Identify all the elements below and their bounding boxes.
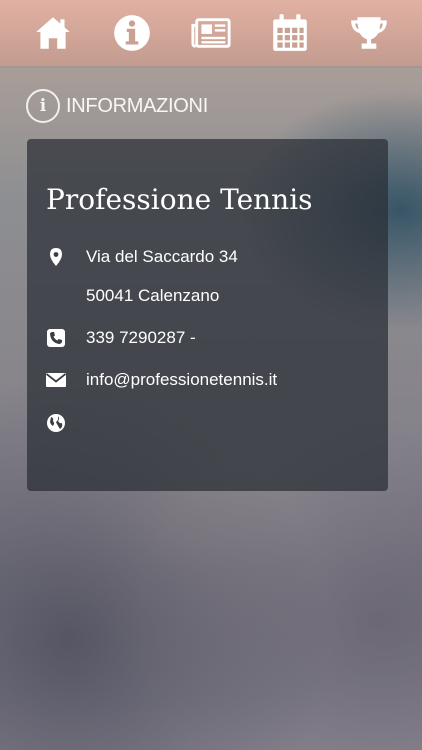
nav-calendar-button[interactable] [264, 7, 316, 59]
club-name: Professione Tennis [46, 183, 313, 216]
phone-row[interactable]: 339 7290287 - [45, 327, 196, 349]
website-row[interactable] [45, 412, 67, 434]
calendar-icon [272, 14, 307, 51]
nav-home-button[interactable] [27, 7, 79, 59]
envelope-icon [45, 369, 67, 391]
info-icon [114, 15, 151, 51]
nav-trophy-button[interactable] [343, 7, 395, 59]
phone-icon [45, 327, 67, 349]
nav-info-button[interactable] [106, 7, 158, 59]
info-circle-icon: i [26, 89, 60, 123]
home-icon [36, 17, 71, 49]
trophy-icon [350, 17, 387, 49]
address-line1: Via del Saccardo 34 [86, 247, 238, 266]
address-row[interactable]: Via del Saccardo 34 [45, 246, 238, 268]
club-info-card: Professione Tennis Via del Saccardo 34 5… [27, 139, 388, 491]
section-header: i INFORMAZIONI [26, 86, 208, 126]
email-address: info@professionetennis.it [86, 370, 278, 389]
address-line2: 50041 Calenzano [86, 286, 220, 305]
globe-icon [45, 412, 67, 434]
map-pin-icon [45, 246, 67, 268]
nav-news-button[interactable] [185, 7, 237, 59]
section-title: INFORMAZIONI [66, 94, 208, 117]
top-navigation-bar [0, 0, 422, 66]
email-row[interactable]: info@professionetennis.it [45, 369, 277, 391]
phone-number: 339 7290287 - [86, 328, 196, 347]
news-icon [191, 18, 231, 48]
